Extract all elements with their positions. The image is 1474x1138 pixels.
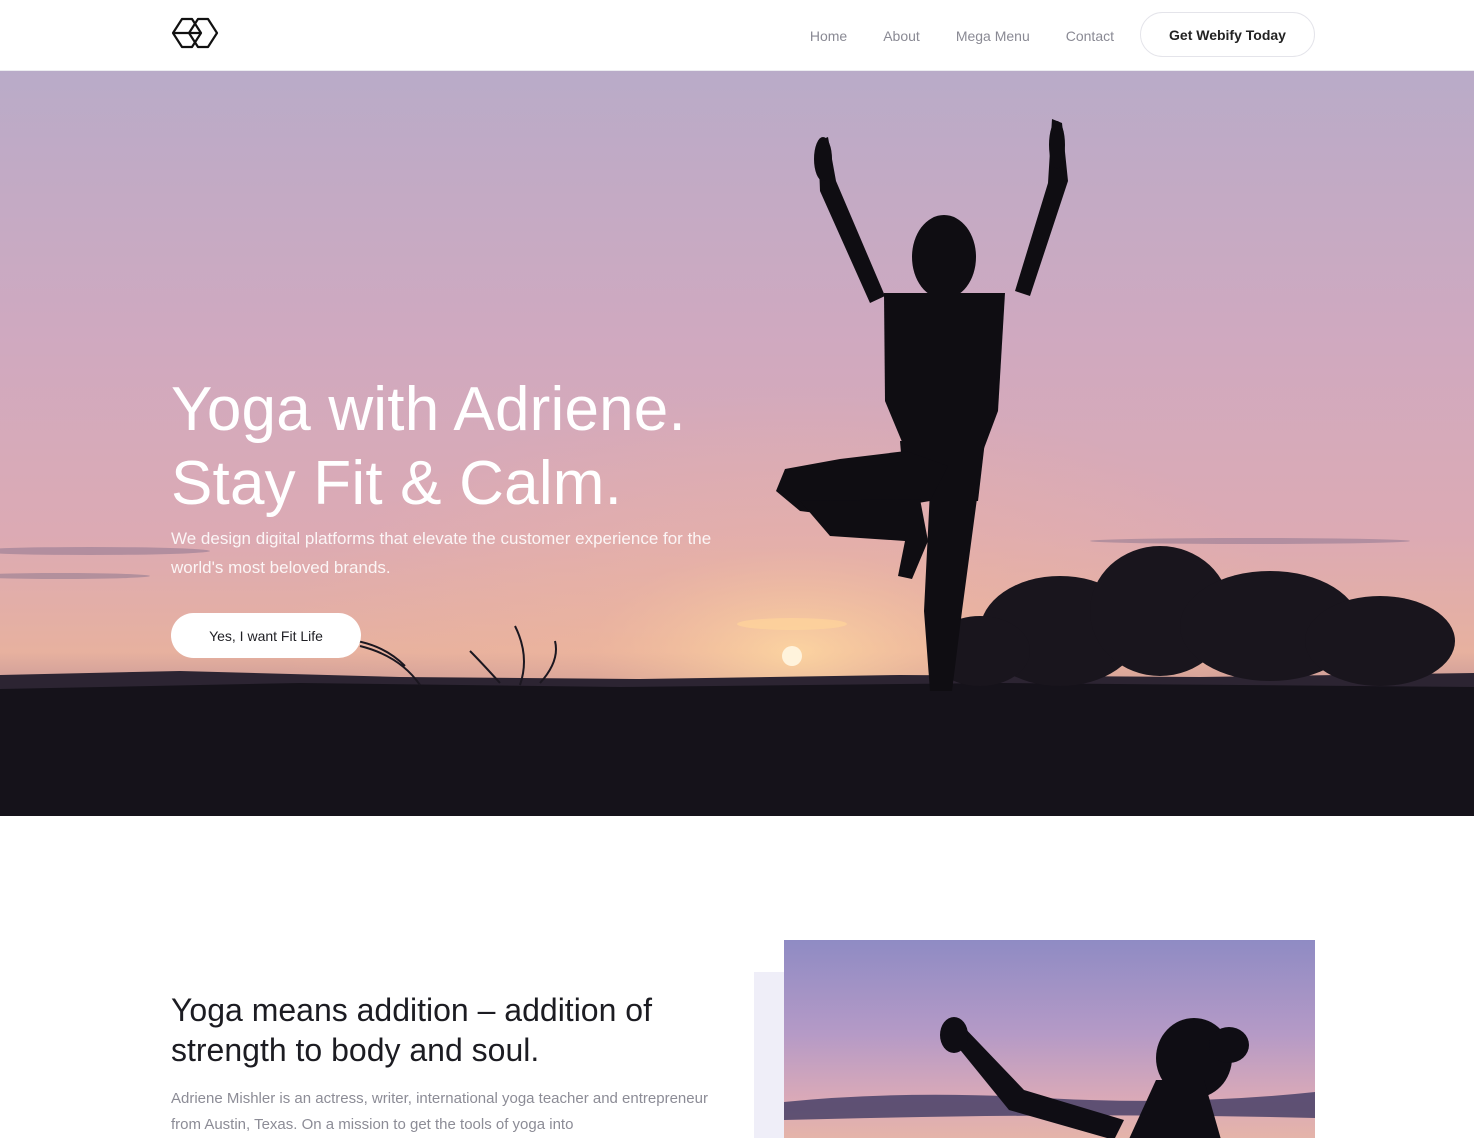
- intro-text: Adriene Mishler is an actress, writer, i…: [171, 1090, 708, 1133]
- nav-link-home[interactable]: Home: [810, 28, 847, 44]
- top-navigation: Home About Mega Menu Contact Get Webify …: [0, 0, 1474, 71]
- hero-subtitle: We design digital platforms that elevate…: [171, 529, 712, 577]
- nav-links: Home About Mega Menu Contact: [810, 0, 1114, 71]
- hero-title: Yoga with Adriene. Stay Fit & Calm.: [171, 373, 811, 521]
- nav-link-contact[interactable]: Contact: [1066, 28, 1114, 44]
- logo-icon[interactable]: [170, 15, 220, 53]
- nav-link-mega-menu[interactable]: Mega Menu: [956, 28, 1030, 44]
- yoga-photo: [784, 940, 1315, 1138]
- intro-title: Yoga means addition – addition of streng…: [171, 990, 731, 1070]
- hero-title-line-1: Yoga with Adriene.: [171, 375, 686, 444]
- intro-title-line-2: strength to body and soul.: [171, 1032, 540, 1068]
- hero-title-line-2: Stay Fit & Calm.: [171, 449, 623, 518]
- fit-life-button[interactable]: Yes, I want Fit Life: [171, 613, 361, 658]
- intro-title-line-1: Yoga means addition – addition of: [171, 992, 652, 1028]
- nav-link-about[interactable]: About: [883, 28, 920, 44]
- get-webify-button[interactable]: Get Webify Today: [1140, 12, 1315, 57]
- hero-section: Yoga with Adriene. Stay Fit & Calm. We d…: [0, 71, 1474, 816]
